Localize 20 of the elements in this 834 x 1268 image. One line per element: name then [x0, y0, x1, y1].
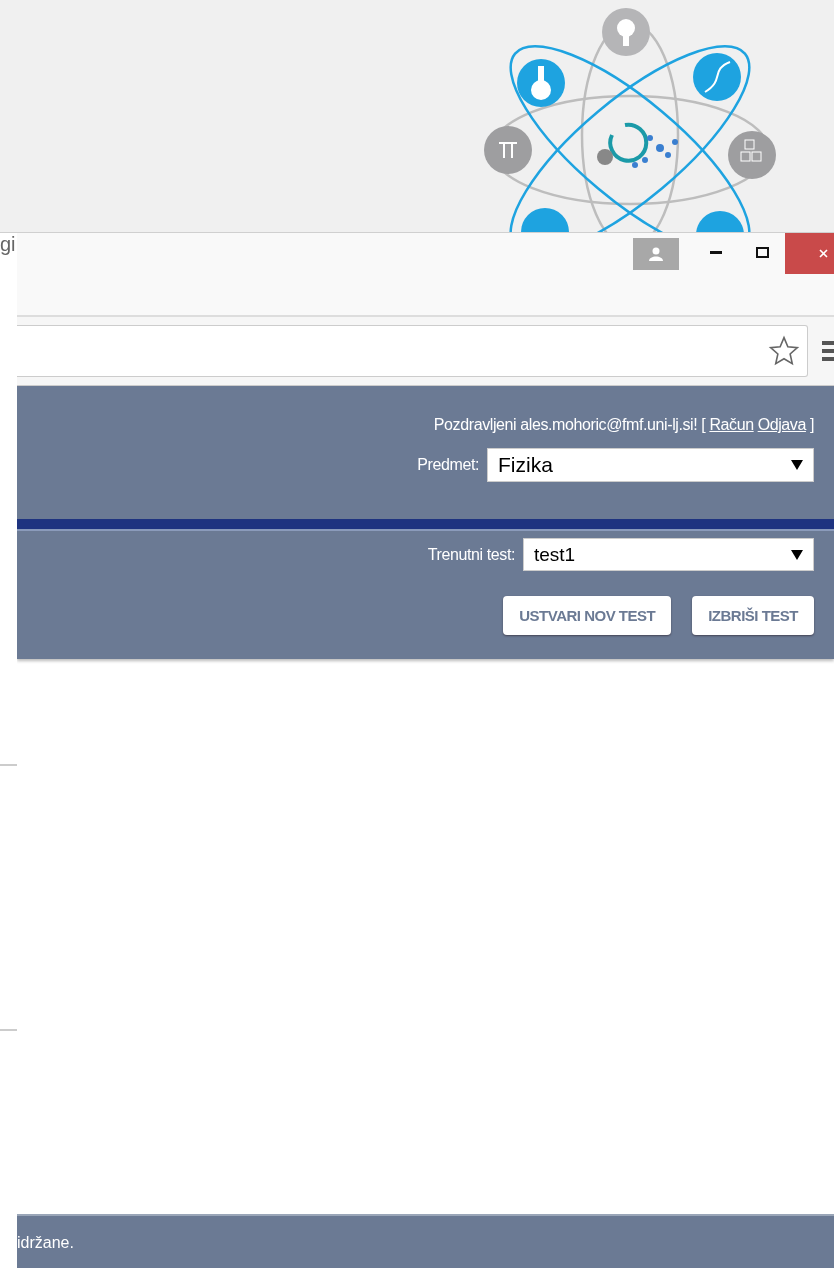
minimize-icon	[710, 250, 722, 254]
close-icon	[819, 249, 828, 258]
test-label: Trenutni test:	[427, 545, 515, 564]
caret-icon	[791, 548, 803, 561]
test-select[interactable]: test1	[523, 538, 814, 571]
bracket-text: ]	[809, 416, 814, 434]
window-title: gi	[0, 233, 16, 256]
footer-text: idržane.	[17, 1233, 74, 1252]
subject-select[interactable]: Fizika	[487, 448, 814, 482]
menu-icon[interactable]	[822, 339, 834, 363]
logout-link[interactable]: Odjava	[757, 416, 806, 434]
star-icon[interactable]	[767, 335, 801, 367]
account-link[interactable]: Račun	[709, 416, 754, 434]
create-test-button[interactable]: USTVARI NOV TEST	[503, 596, 672, 635]
greeting-text: Pozdravljeni ales.mohoric@fmf.uni-lj.si! [	[433, 416, 706, 434]
person-icon	[648, 247, 664, 261]
delete-test-button[interactable]: IZBRIŠI TEST	[692, 596, 814, 635]
maximize-icon	[755, 246, 769, 258]
caret-icon	[791, 459, 803, 471]
subject-label: Predmet:	[417, 456, 479, 474]
